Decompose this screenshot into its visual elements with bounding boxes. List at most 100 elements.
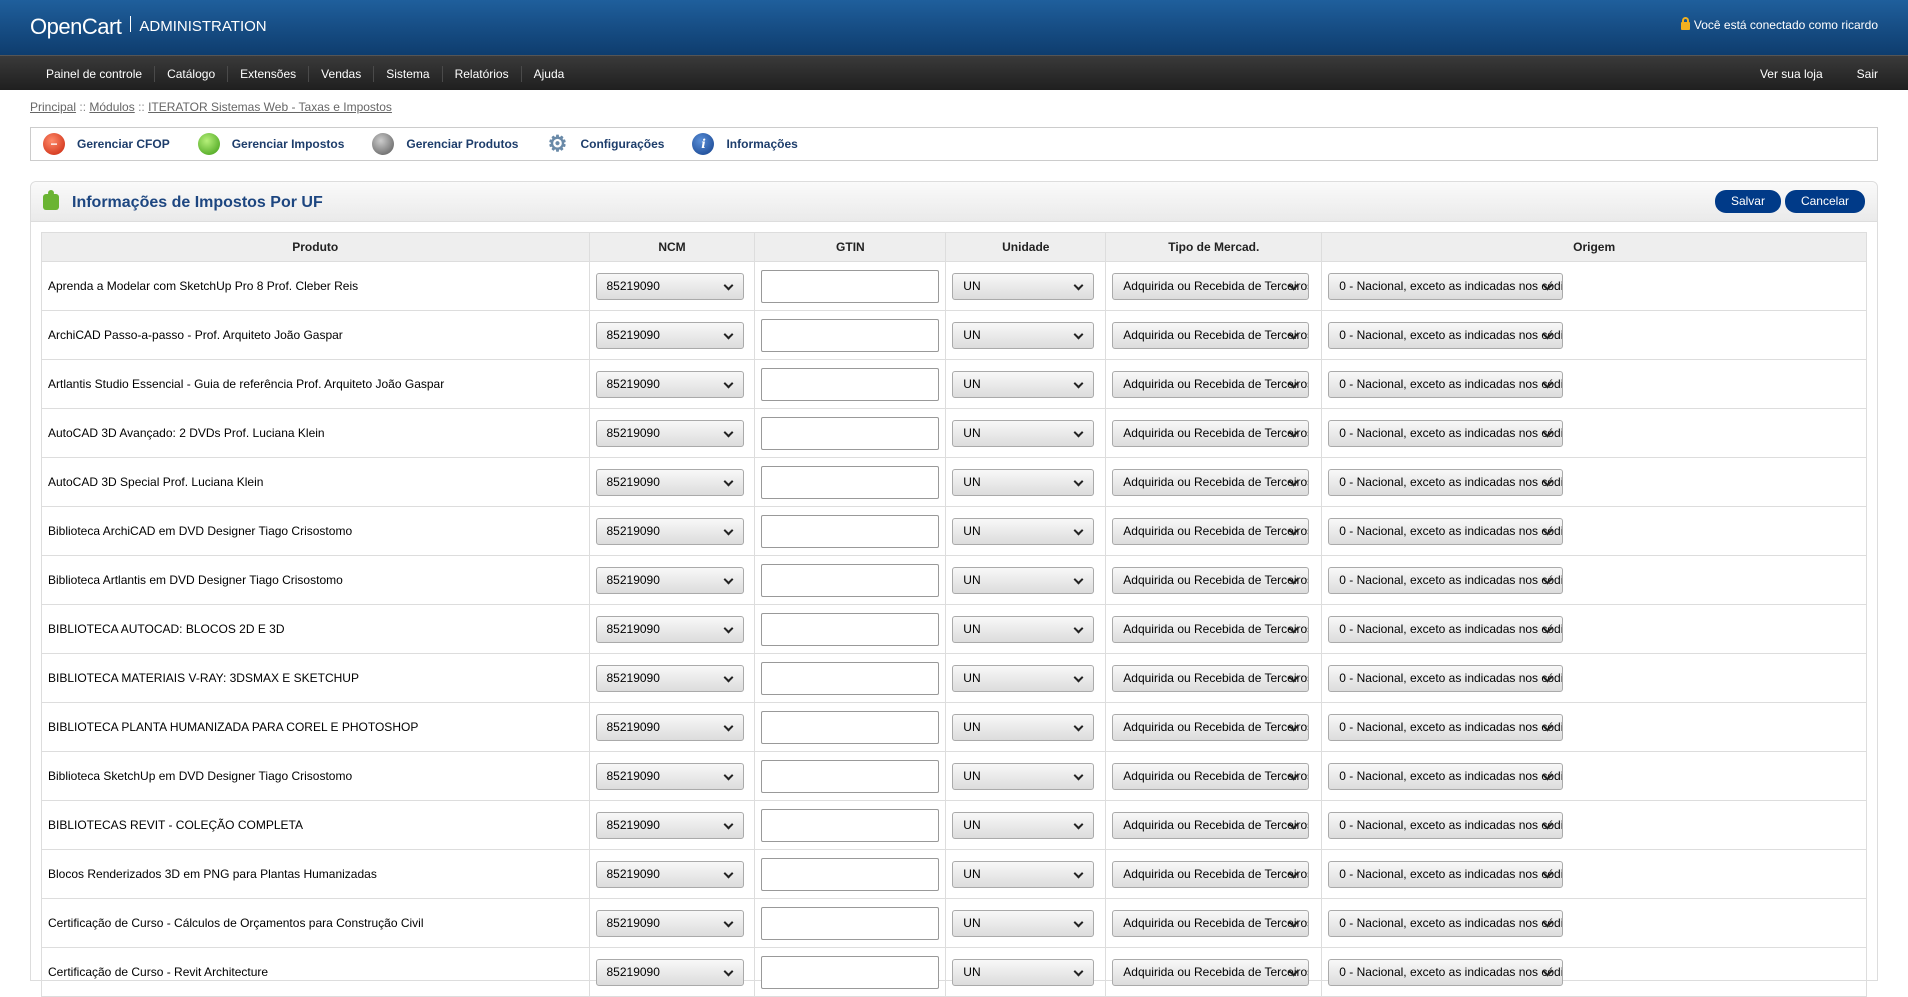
ncm-select[interactable]: 85219090 [595,468,744,496]
ncm-select[interactable]: 85219090 [595,615,744,643]
unidade-cell: UN [945,261,1107,311]
origem-select[interactable]: 0 - Nacional, exceto as indicadas nos có… [1328,321,1564,349]
gtin-input[interactable] [761,857,940,891]
gtin-input[interactable] [761,906,940,940]
gtin-input[interactable] [761,759,940,793]
unidade-select[interactable]: UN [952,419,1095,447]
toolbar-gerenciar-impostos[interactable]: Gerenciar Impostos [197,133,344,155]
gtin-input[interactable] [761,563,940,597]
origem-select[interactable]: 0 - Nacional, exceto as indicadas nos có… [1328,909,1564,937]
ncm-select[interactable]: 85219090 [595,762,744,790]
cancel-button[interactable]: Cancelar [1784,190,1865,213]
ncm-select[interactable]: 85219090 [595,664,744,692]
tipo-select[interactable]: Adquirida ou Recebida de Terceiros [1112,468,1310,496]
gtin-input[interactable] [761,318,940,352]
breadcrumb-link-iterator-sistemas-web-taxas-e-impostos[interactable]: ITERATOR Sistemas Web - Taxas e Impostos [148,100,392,114]
tipo-select[interactable]: Adquirida ou Recebida de Terceiros [1112,958,1310,986]
origem-select[interactable]: 0 - Nacional, exceto as indicadas nos có… [1328,713,1564,741]
unidade-select[interactable]: UN [952,272,1095,300]
toolbar-gerenciar-produtos[interactable]: Gerenciar Produtos [372,133,518,155]
tipo-select[interactable]: Adquirida ou Recebida de Terceiros [1112,762,1310,790]
logo[interactable]: OpenCart ADMINISTRATION [30,14,267,40]
unidade-select[interactable]: UN [952,468,1095,496]
gtin-input[interactable] [761,416,940,450]
tipo-select[interactable]: Adquirida ou Recebida de Terceiros [1112,321,1310,349]
tipo-select[interactable]: Adquirida ou Recebida de Terceiros [1112,713,1310,741]
menu-item-relatorios[interactable]: Relatórios [443,65,522,82]
ncm-select[interactable]: 85219090 [595,370,744,398]
origem-select[interactable]: 0 - Nacional, exceto as indicadas nos có… [1328,958,1564,986]
toolbar-informacoes[interactable]: i Informações [692,133,798,155]
tipo-select[interactable]: Adquirida ou Recebida de Terceiros [1112,860,1310,888]
tipo-select[interactable]: Adquirida ou Recebida de Terceiros [1112,615,1310,643]
origem-select[interactable]: 0 - Nacional, exceto as indicadas nos có… [1328,370,1564,398]
gtin-input[interactable] [761,514,940,548]
menu-item-vendas[interactable]: Vendas [309,65,375,82]
unidade-select[interactable]: UN [952,566,1095,594]
menu-item-catalogo[interactable]: Catálogo [155,65,229,82]
tipo-select[interactable]: Adquirida ou Recebida de Terceiros [1112,811,1310,839]
origem-select[interactable]: 0 - Nacional, exceto as indicadas nos có… [1328,762,1564,790]
origem-select[interactable]: 0 - Nacional, exceto as indicadas nos có… [1328,566,1564,594]
tipo-cell: Adquirida ou Recebida de Terceiros [1105,751,1323,801]
origem-select[interactable]: 0 - Nacional, exceto as indicadas nos có… [1328,615,1564,643]
origem-select[interactable]: 0 - Nacional, exceto as indicadas nos có… [1328,860,1564,888]
toolbar-configuracoes[interactable]: ⚙ Configurações [546,131,665,156]
tipo-select[interactable]: Adquirida ou Recebida de Terceiros [1112,664,1310,692]
ncm-select[interactable]: 85219090 [595,566,744,594]
breadcrumb-link-principal[interactable]: Principal [30,100,76,114]
origem-select[interactable]: 0 - Nacional, exceto as indicadas nos có… [1328,811,1564,839]
origem-select[interactable]: 0 - Nacional, exceto as indicadas nos có… [1328,664,1564,692]
tipo-select[interactable]: Adquirida ou Recebida de Terceiros [1112,272,1310,300]
unidade-select[interactable]: UN [952,909,1095,937]
unidade-select[interactable]: UN [952,713,1095,741]
breadcrumb-separator: :: [134,100,149,114]
menu-item-sair[interactable]: Sair [1823,66,1878,82]
unidade-select[interactable]: UN [952,958,1095,986]
origem-select[interactable]: 0 - Nacional, exceto as indicadas nos có… [1328,517,1564,545]
breadcrumb-link-modulos[interactable]: Módulos [89,100,134,114]
origem-select[interactable]: 0 - Nacional, exceto as indicadas nos có… [1328,272,1564,300]
unidade-select[interactable]: UN [952,762,1095,790]
tipo-select[interactable]: Adquirida ou Recebida de Terceiros [1112,419,1310,447]
ncm-select[interactable]: 85219090 [595,958,744,986]
unidade-select[interactable]: UN [952,517,1095,545]
unidade-cell: UN [945,898,1107,948]
menu-item-extensoes[interactable]: Extensões [228,65,310,82]
ncm-select[interactable]: 85219090 [595,321,744,349]
gtin-input[interactable] [761,269,940,303]
ncm-select[interactable]: 85219090 [595,713,744,741]
unidade-select[interactable]: UN [952,615,1095,643]
save-button[interactable]: Salvar [1714,190,1781,213]
menu-item-sistema[interactable]: Sistema [374,65,443,82]
unidade-select[interactable]: UN [952,860,1095,888]
gtin-input[interactable] [761,710,940,744]
table-header: Produto NCM GTIN Unidade Tipo de Mercad. Orig… [41,232,1867,262]
toolbar-gerenciar-cfop[interactable]: − Gerenciar CFOP [43,133,170,155]
ncm-select[interactable]: 85219090 [595,909,744,937]
unidade-select[interactable]: UN [952,321,1095,349]
gtin-input[interactable] [761,367,940,401]
menu-item-ajuda[interactable]: Ajuda [522,66,577,82]
ncm-select[interactable]: 85219090 [595,419,744,447]
ncm-select[interactable]: 85219090 [595,860,744,888]
tipo-select[interactable]: Adquirida ou Recebida de Terceiros [1112,909,1310,937]
tipo-select[interactable]: Adquirida ou Recebida de Terceiros [1112,370,1310,398]
unidade-select[interactable]: UN [952,664,1095,692]
origem-select[interactable]: 0 - Nacional, exceto as indicadas nos có… [1328,419,1564,447]
gtin-input[interactable] [761,955,940,989]
tipo-select[interactable]: Adquirida ou Recebida de Terceiros [1112,517,1310,545]
unidade-select[interactable]: UN [952,811,1095,839]
ncm-select[interactable]: 85219090 [595,272,744,300]
menu-item-painel-de-controle[interactable]: Painel de controle [34,65,156,82]
gtin-input[interactable] [761,808,940,842]
gtin-input[interactable] [761,465,940,499]
tipo-select[interactable]: Adquirida ou Recebida de Terceiros [1112,566,1310,594]
ncm-select[interactable]: 85219090 [595,811,744,839]
menu-item-ver-sua-loja[interactable]: Ver sua loja [1726,66,1823,82]
gtin-input[interactable] [761,612,940,646]
unidade-select[interactable]: UN [952,370,1095,398]
ncm-select[interactable]: 85219090 [595,517,744,545]
origem-select[interactable]: 0 - Nacional, exceto as indicadas nos có… [1328,468,1564,496]
gtin-input[interactable] [761,661,940,695]
